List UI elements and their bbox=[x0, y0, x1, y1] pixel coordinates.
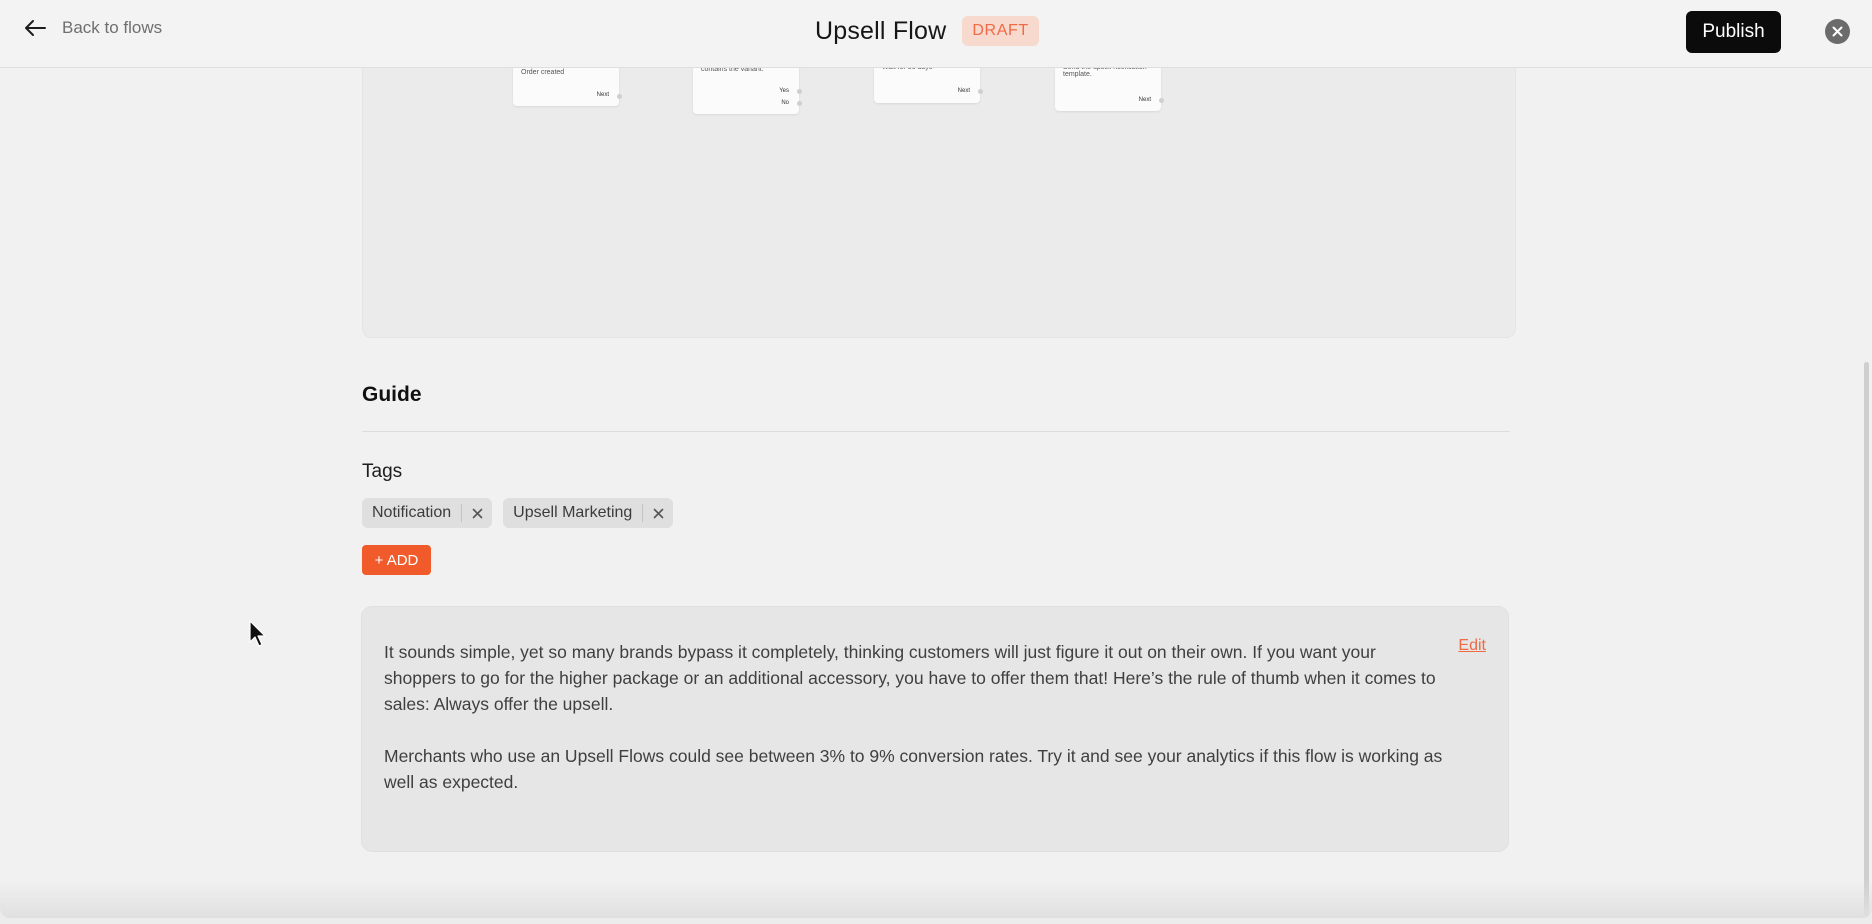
flow-node-handle-no: No bbox=[781, 100, 789, 106]
flow-node-handle: Next bbox=[1138, 97, 1151, 103]
add-tag-button[interactable]: + ADD bbox=[362, 545, 431, 575]
status-badge: DRAFT bbox=[962, 16, 1039, 46]
tag-chip-upsell-marketing: Upsell Marketing bbox=[503, 498, 674, 528]
flow-canvas-preview[interactable]: Order created Next contains the variant.… bbox=[362, 40, 1516, 338]
edit-guide-link[interactable]: Edit bbox=[1458, 637, 1486, 655]
section-divider bbox=[362, 431, 1510, 432]
guide-description-card: It sounds simple, yet so many brands byp… bbox=[362, 607, 1508, 851]
flow-node-handle: Next bbox=[596, 92, 609, 98]
flow-node-port[interactable] bbox=[617, 94, 622, 99]
back-to-flows-label: Back to flows bbox=[62, 18, 163, 37]
tags-list: Notification Upsell Marketing bbox=[362, 498, 674, 528]
close-button[interactable] bbox=[1825, 19, 1850, 44]
close-icon bbox=[472, 508, 482, 518]
top-bar: Back to flows Upsell Flow DRAFT Publish bbox=[0, 0, 1872, 68]
tags-label: Tags bbox=[362, 461, 403, 482]
flow-node-port-yes[interactable] bbox=[797, 89, 802, 94]
remove-tag-button[interactable] bbox=[462, 508, 492, 519]
arrow-left-icon bbox=[25, 20, 46, 36]
tag-chip-notification: Notification bbox=[362, 498, 493, 528]
publish-button[interactable]: Publish bbox=[1686, 11, 1781, 53]
scrollbar-thumb[interactable] bbox=[1864, 362, 1869, 918]
title-group: Upsell Flow DRAFT bbox=[815, 16, 1039, 46]
close-icon bbox=[1832, 26, 1843, 37]
mouse-pointer-icon bbox=[249, 620, 266, 647]
flow-node-handle: Next bbox=[957, 88, 970, 94]
flow-editor-window: Order created Next contains the variant.… bbox=[0, 0, 1872, 918]
remove-tag-button[interactable] bbox=[643, 508, 673, 519]
bottom-fade bbox=[0, 880, 1872, 918]
tag-label: Upsell Marketing bbox=[513, 504, 633, 521]
flow-node-port[interactable] bbox=[978, 89, 983, 94]
tag-label: Notification bbox=[372, 504, 452, 521]
flow-node-handle-yes: Yes bbox=[779, 88, 789, 94]
guide-paragraph: It sounds simple, yet so many brands byp… bbox=[384, 642, 1436, 714]
flow-node-port-no[interactable] bbox=[797, 101, 802, 106]
guide-paragraph: Merchants who use an Upsell Flows could … bbox=[384, 746, 1443, 792]
guide-heading: Guide bbox=[362, 383, 422, 406]
back-to-flows-link[interactable]: Back to flows bbox=[24, 18, 162, 38]
flow-node-text: Order created bbox=[521, 69, 565, 76]
close-icon bbox=[653, 508, 664, 518]
page-title: Upsell Flow bbox=[815, 16, 947, 45]
flow-node-port[interactable] bbox=[1159, 98, 1164, 103]
